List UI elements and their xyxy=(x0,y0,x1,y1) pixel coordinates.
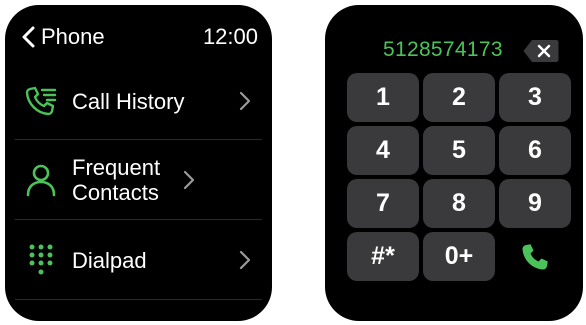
header-bar: Phone 12:00 xyxy=(20,22,258,52)
call-button[interactable] xyxy=(499,232,571,281)
dialed-number: 5128574173 xyxy=(383,38,503,61)
key-8[interactable]: 8 xyxy=(423,179,495,228)
dialpad-icon xyxy=(29,244,53,275)
key-4[interactable]: 4 xyxy=(347,126,419,175)
call-history-icon xyxy=(25,86,57,116)
phone-menu-screen: Phone 12:00 Call History Frequent Contac… xyxy=(5,5,272,321)
key-1[interactable]: 1 xyxy=(347,73,419,122)
chevron-left-icon xyxy=(22,26,35,48)
menu-item-label: Call History xyxy=(72,88,185,114)
back-button[interactable]: Phone xyxy=(20,24,105,50)
contact-person-icon xyxy=(26,164,56,197)
chevron-right-icon xyxy=(239,250,251,270)
menu-item-frequent-contacts[interactable]: Frequent Contacts xyxy=(15,141,262,220)
phone-call-icon xyxy=(522,243,548,269)
menu-item-call-history[interactable]: Call History xyxy=(15,63,262,140)
menu-item-label: Frequent Contacts xyxy=(72,155,161,205)
menu-item-label: Dialpad xyxy=(72,247,147,273)
key-7[interactable]: 7 xyxy=(347,179,419,228)
key-6[interactable]: 6 xyxy=(499,126,571,175)
key-9[interactable]: 9 xyxy=(499,179,571,228)
key-0-plus[interactable]: 0+ xyxy=(423,232,495,281)
key-3[interactable]: 3 xyxy=(499,73,571,122)
menu-item-dialpad[interactable]: Dialpad xyxy=(15,221,262,300)
key-hash-star[interactable]: #* xyxy=(347,232,419,281)
keypad: 1 2 3 4 5 6 7 8 9 #* 0+ xyxy=(347,73,571,281)
dialpad-screen: 5128574173 1 2 3 4 5 6 7 8 9 #* 0+ xyxy=(325,5,583,321)
chevron-right-icon xyxy=(183,170,195,190)
key-2[interactable]: 2 xyxy=(423,73,495,122)
page-title: Phone xyxy=(41,24,105,49)
backspace-icon[interactable] xyxy=(522,38,560,64)
key-5[interactable]: 5 xyxy=(423,126,495,175)
chevron-right-icon xyxy=(239,91,251,111)
clock-time: 12:00 xyxy=(202,24,258,49)
